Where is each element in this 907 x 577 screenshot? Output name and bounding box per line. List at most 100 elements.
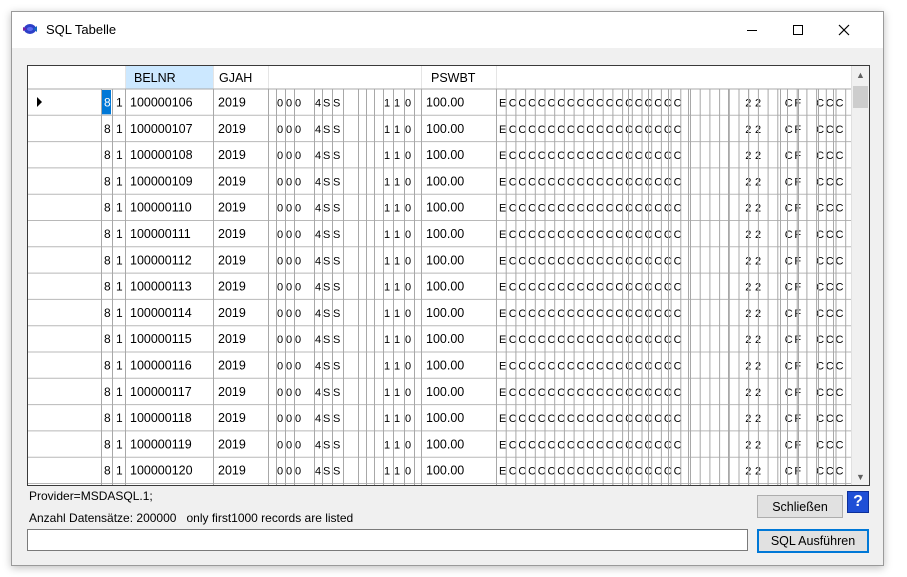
run-sql-button[interactable]: SQL Ausführen [757, 529, 869, 553]
title-bar[interactable]: SQL Tabelle [12, 12, 883, 48]
cell-truncated: S [323, 361, 330, 373]
cell-truncated: 1 [394, 255, 400, 267]
cell-truncated: 1 [384, 176, 390, 188]
cell-truncated: C [826, 98, 834, 110]
cell-truncated: 0 [405, 176, 411, 188]
cell-truncated: E [499, 308, 506, 320]
cell-truncated: F [794, 466, 801, 478]
cell-truncated: 0 [405, 98, 411, 110]
cell-truncated: 4 [315, 334, 321, 346]
cell-truncated: 1 [394, 387, 400, 399]
cell-truncated: 0 [405, 413, 411, 425]
cell-c0: 8 [104, 174, 111, 188]
cell-truncated: 0 [295, 150, 301, 162]
cell-belnr: 100000106 [130, 96, 193, 110]
cell-truncated: S [323, 124, 330, 136]
cell-pswbt: 100.00 [426, 122, 464, 136]
cell-truncated: 0 [286, 150, 292, 162]
scroll-up-icon[interactable]: ▲ [852, 66, 869, 83]
cell-truncated: C [785, 203, 793, 215]
cell-truncated: S [323, 229, 330, 241]
close-window-button[interactable] [821, 12, 867, 48]
maximize-button[interactable] [775, 12, 821, 48]
cell-truncated: 1 [384, 413, 390, 425]
window-title: SQL Tabelle [46, 22, 117, 37]
cell-belnr: 100000117 [130, 385, 192, 399]
cell-truncated: 1 [384, 98, 390, 110]
cell-truncated: E [499, 176, 506, 188]
cell-pswbt: 100.00 [426, 437, 464, 451]
cell-truncated: 0 [286, 334, 292, 346]
cell-truncated: C [836, 282, 844, 294]
cell-pswbt: 100.00 [426, 385, 464, 399]
cell-truncated: C [816, 203, 824, 215]
minimize-button[interactable] [729, 12, 775, 48]
cell-truncated: C [826, 124, 834, 136]
cell-truncated: E [499, 466, 506, 478]
cell-truncated: 0 [286, 176, 292, 188]
cell-gjah: 2019 [218, 253, 246, 267]
cell-truncated: 0 [277, 413, 283, 425]
cell-truncated: C [826, 361, 834, 373]
cell-pswbt: 100.00 [426, 227, 464, 241]
cell-gjah: 2019 [218, 280, 246, 294]
cell-truncated: 0 [295, 203, 301, 215]
cell-truncated: C [836, 334, 844, 346]
cell-truncated: 4 [315, 203, 321, 215]
cell-truncated: C [826, 439, 834, 451]
cell-truncated: S [333, 203, 340, 215]
cell-truncated: 0 [286, 308, 292, 320]
cell-truncated: E [499, 439, 506, 451]
cell-truncated: F [794, 124, 801, 136]
minimize-icon [747, 30, 757, 31]
cell-gjah: 2019 [218, 306, 246, 320]
cell-c0: 8 [104, 253, 111, 267]
cell-truncated: 0 [286, 124, 292, 136]
cell-c1: 1 [116, 306, 123, 320]
cell-truncated: 0 [405, 255, 411, 267]
close-icon [838, 24, 850, 36]
cell-truncated: C [836, 439, 844, 451]
grid-canvas[interactable]: BELNR GJAH PSWBT8 1 100000106 2019 100.000 0 0 4 S… [28, 66, 853, 485]
cell-truncated: C [816, 229, 824, 241]
cell-c1: 1 [116, 201, 123, 215]
cell-truncated: S [333, 282, 340, 294]
cell-truncated: 0 [405, 150, 411, 162]
cell-truncated: E [499, 255, 506, 267]
cell-belnr: 100000118 [130, 411, 192, 425]
cell-pswbt: 100.00 [426, 174, 464, 188]
cell-truncated: F [794, 98, 801, 110]
cell-gjah: 2019 [218, 174, 246, 188]
cell-truncated: S [323, 308, 330, 320]
help-icon[interactable]: ? [847, 491, 869, 513]
cell-c1: 1 [116, 148, 123, 162]
cell-truncated: 0 [295, 98, 301, 110]
cell-truncated: 0 [277, 176, 283, 188]
scroll-thumb[interactable] [853, 86, 868, 108]
cell-truncated: C [785, 150, 793, 162]
cell-pswbt: 100.00 [426, 280, 464, 294]
cell-truncated: C [826, 176, 834, 188]
cell-truncated: C [836, 98, 844, 110]
cell-truncated: F [794, 439, 801, 451]
cell-truncated: E [499, 124, 506, 136]
scroll-down-icon[interactable]: ▼ [852, 468, 869, 485]
vertical-scrollbar[interactable]: ▲ ▼ [851, 66, 869, 485]
cell-truncated: C [785, 124, 793, 136]
close-button[interactable]: Schließen [757, 495, 843, 518]
cell-pswbt: 100.00 [426, 306, 464, 320]
cell-truncated: C [826, 229, 834, 241]
cell-truncated: 1 [384, 203, 390, 215]
data-grid[interactable]: BELNR GJAH PSWBT 8 1 100000106 2019 100.00 0 0 0 4 S… [27, 65, 870, 486]
cell-c0: 8 [104, 385, 111, 399]
cell-truncated: 4 [315, 282, 321, 294]
cell-truncated: C [836, 203, 844, 215]
cell-truncated: 4 [315, 229, 321, 241]
cell-c1: 1 [116, 437, 123, 451]
cell-truncated: 0 [277, 439, 283, 451]
cell-truncated: 0 [295, 255, 301, 267]
cell-truncated: F [794, 334, 801, 346]
sql-query-input[interactable] [27, 529, 748, 551]
cell-truncated: E [499, 229, 506, 241]
cell-truncated: S [323, 334, 330, 346]
